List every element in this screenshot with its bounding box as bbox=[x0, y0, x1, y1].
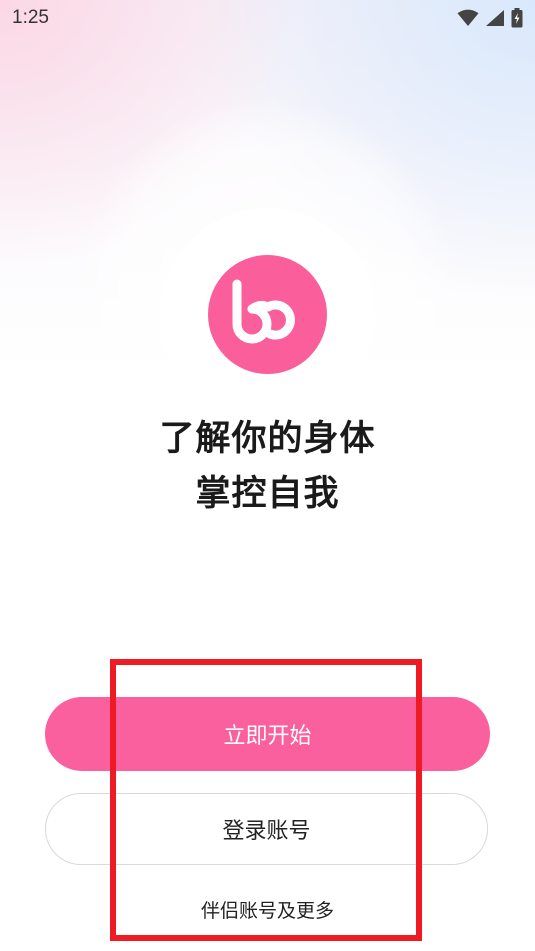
login-button[interactable]: 登录账号 bbox=[45, 793, 488, 865]
status-icons bbox=[457, 8, 523, 28]
app-logo bbox=[208, 255, 327, 374]
cell-signal-icon bbox=[486, 10, 504, 26]
battery-charging-icon bbox=[511, 8, 523, 28]
status-time: 1:25 bbox=[12, 7, 49, 28]
partner-account-more-link[interactable]: 伴侣账号及更多 bbox=[0, 896, 535, 923]
wifi-icon bbox=[457, 9, 479, 26]
start-button[interactable]: 立即开始 bbox=[45, 697, 490, 771]
headline-line-1: 了解你的身体 bbox=[159, 419, 376, 459]
headline-line-2: 掌控自我 bbox=[195, 474, 340, 514]
bb-logo-icon bbox=[232, 279, 295, 344]
status-bar: 1:25 bbox=[0, 0, 535, 36]
